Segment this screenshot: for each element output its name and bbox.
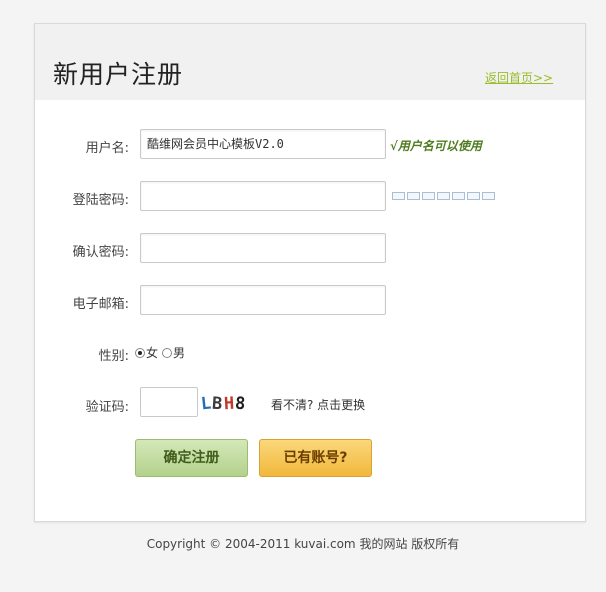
confirm-register-button[interactable]: 确定注册 — [135, 439, 248, 477]
username-available-message: √用户名可以使用 — [390, 139, 482, 153]
back-home-link[interactable]: 返回首页>> — [485, 69, 553, 86]
confirm-password-input[interactable] — [140, 233, 386, 263]
strength-segment — [392, 192, 405, 200]
gender-label: 性别: — [98, 349, 129, 364]
strength-segment — [467, 192, 480, 200]
strength-segment — [422, 192, 435, 200]
username-input[interactable]: 酷维网会员中心模板V2.0 — [140, 129, 386, 159]
captcha-input[interactable] — [140, 387, 198, 417]
register-panel: 新用户注册 返回首页>> 用户名: 酷维网会员中心模板V2.0 √用户名可以使用… — [34, 23, 586, 522]
gender-option-female: 女 — [146, 346, 159, 360]
has-account-button[interactable]: 已有账号? — [259, 439, 372, 477]
captcha-char: B — [211, 393, 225, 415]
captcha-refresh-link[interactable]: 看不清? 点击更换 — [271, 396, 365, 413]
copyright-footer: Copyright © 2004-2011 kuvai.com 我的网站 版权所… — [146, 537, 460, 551]
captcha-char: 8 — [233, 393, 247, 415]
strength-segment — [437, 192, 450, 200]
panel-header: 新用户注册 返回首页>> — [35, 24, 585, 100]
page-title: 新用户注册 — [53, 60, 184, 89]
username-label: 用户名: — [85, 141, 129, 156]
strength-segment — [482, 192, 495, 200]
strength-segment — [452, 192, 465, 200]
captcha-label: 验证码: — [85, 400, 129, 415]
password-input[interactable] — [140, 181, 386, 211]
strength-segment — [407, 192, 420, 200]
gender-option-male: 男 — [173, 346, 186, 360]
password-label: 登陆密码: — [72, 193, 129, 208]
email-input[interactable] — [140, 285, 386, 315]
gender-radio-male[interactable] — [162, 347, 173, 358]
confirm-password-label: 确认密码: — [72, 245, 129, 260]
gender-options: 女 男 — [135, 344, 185, 361]
password-strength-meter — [392, 192, 495, 200]
email-label: 电子邮箱: — [72, 297, 129, 312]
captcha-image[interactable]: LBH8 — [200, 393, 263, 415]
gender-radio-female[interactable] — [135, 347, 145, 358]
